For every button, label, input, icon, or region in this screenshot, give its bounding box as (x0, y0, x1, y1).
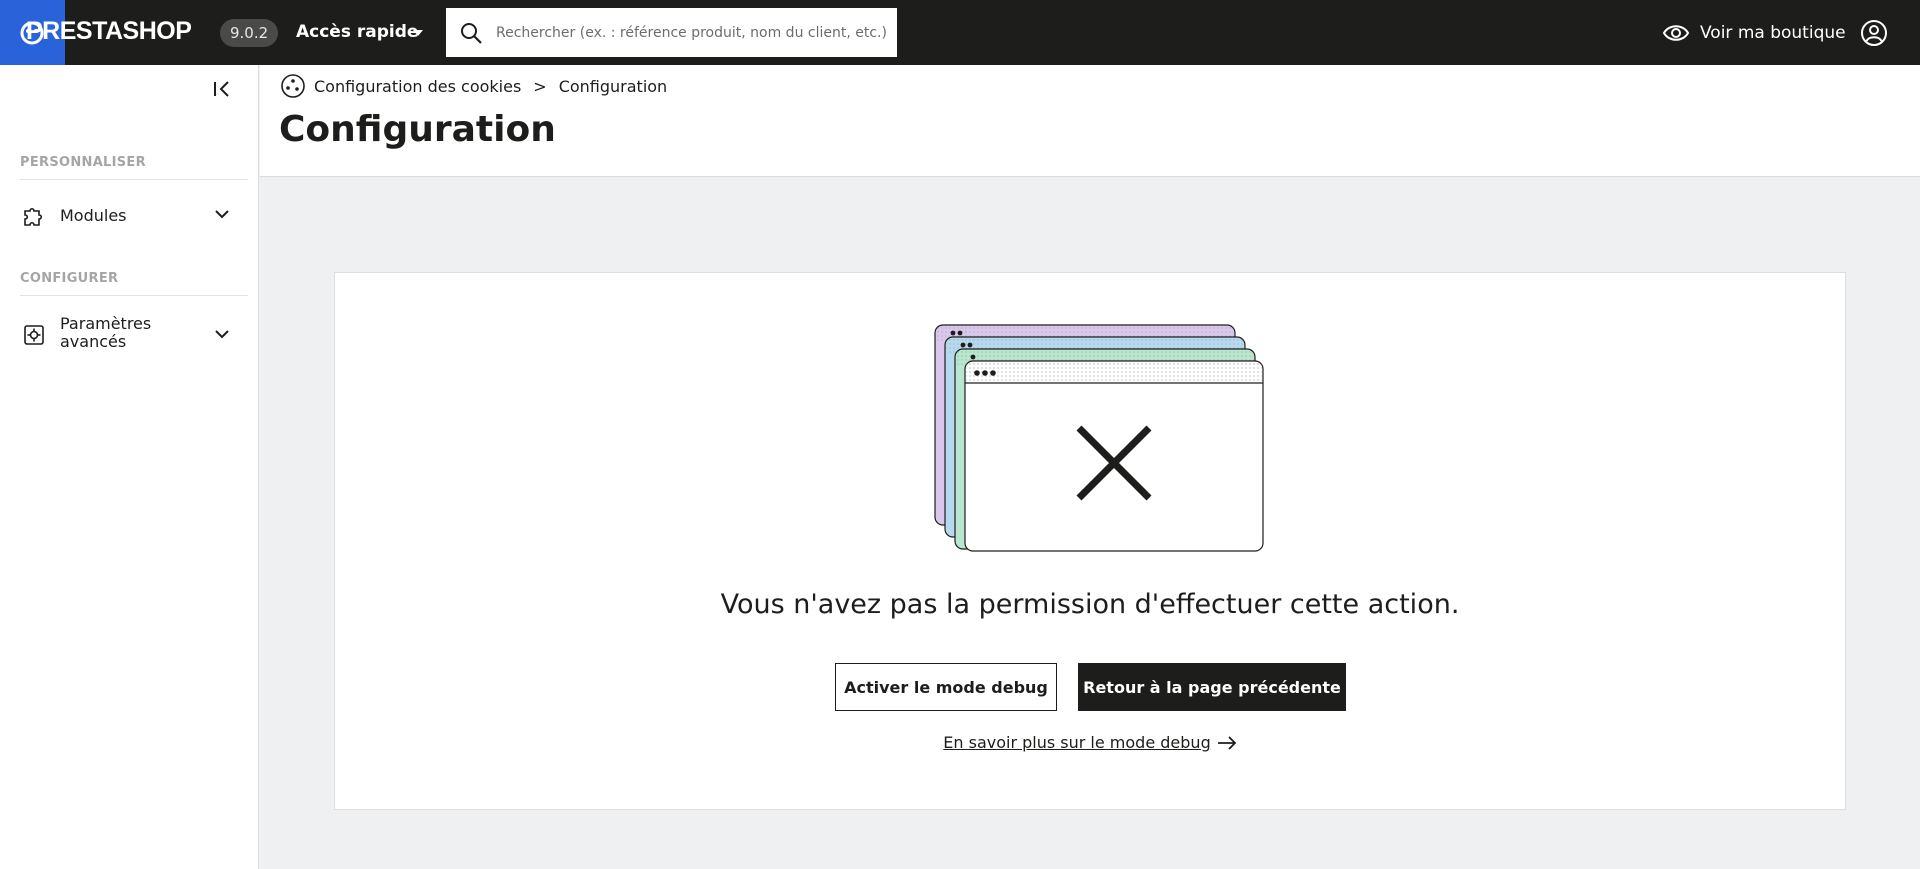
enable-debug-button[interactable]: Activer le mode debug (835, 663, 1057, 711)
puzzle-icon (24, 207, 43, 226)
caret-down-icon[interactable] (412, 29, 424, 37)
back-button[interactable]: Retour à la page précédente (1078, 663, 1346, 711)
page-header: Configuration des cookies > Configuratio… (260, 65, 1920, 177)
version-badge: 9.0.2 (220, 19, 279, 47)
permission-error-card: Vous n'avez pas la permission d'effectue… (334, 272, 1846, 810)
breadcrumb: Configuration des cookies > Configuratio… (280, 73, 667, 99)
learn-more-link[interactable]: En savoir plus sur le mode debug (943, 733, 1210, 752)
logo-text[interactable]: PRESTASHOP (26, 17, 192, 46)
breadcrumb-separator: > (533, 76, 547, 96)
divider (20, 179, 248, 180)
quick-access-menu[interactable]: Accès rapide (296, 20, 418, 44)
view-shop-label: Voir ma boutique (1700, 23, 1846, 43)
breadcrumb-current: Configuration (558, 76, 668, 96)
top-bar: PRESTASHOP 9.0.2 Accès rapide Voir ma bo… (0, 0, 1920, 65)
view-shop-link[interactable]: Voir ma boutique (1662, 18, 1846, 48)
sidebar-item-label-line1: Paramètres (60, 314, 152, 333)
eye-icon (1662, 25, 1690, 41)
settings-gear-icon (24, 325, 44, 345)
learn-more: En savoir plus sur le mode debug (335, 733, 1845, 752)
chevron-down-icon (215, 330, 229, 339)
section-title-configurer: CONFIGURER (20, 271, 119, 286)
sidebar-item-label-line2: avancés (60, 332, 127, 351)
search-box[interactable] (446, 8, 897, 57)
search-icon (461, 23, 482, 44)
breadcrumb-link-cookies[interactable]: Configuration des cookies (314, 77, 521, 96)
sidebar-item-label: Modules (60, 206, 127, 225)
chevron-down-icon (215, 210, 229, 219)
arrow-right-icon[interactable] (1217, 735, 1237, 750)
sidebar-item-advanced-settings[interactable]: Paramètres avancés (0, 313, 258, 357)
search-input[interactable] (496, 8, 886, 57)
account-icon[interactable] (1860, 19, 1888, 47)
sidebar-item-modules[interactable]: Modules (0, 196, 258, 236)
cookie-icon (281, 74, 305, 98)
section-title-personnaliser: PERSONNALISER (20, 155, 146, 170)
page-title: Configuration (279, 109, 556, 150)
divider (20, 295, 248, 296)
browser-windows-error-illustration (934, 324, 1264, 552)
sidebar: PERSONNALISER Modules CONFIGURER Paramèt… (0, 65, 259, 869)
collapse-sidebar-icon[interactable] (212, 79, 232, 99)
permission-message: Vous n'avez pas la permission d'effectue… (720, 589, 1460, 620)
